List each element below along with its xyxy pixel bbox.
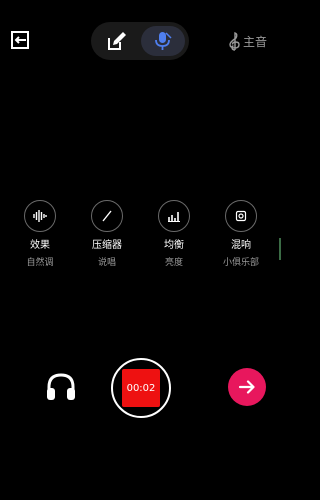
top-bar: 主音 <box>0 0 281 80</box>
effect-circle <box>158 200 190 232</box>
treble-clef-icon <box>229 32 240 51</box>
record-timer: 00:02 <box>126 382 156 394</box>
effect-circle <box>24 200 56 232</box>
equalizer-icon <box>168 212 180 222</box>
record-stop-square: 00:02 <box>122 369 160 407</box>
effects-row: 效果 自然调 压缩器 说唱 均衡 亮度 混响 小俱乐部 <box>0 200 281 280</box>
exit-button[interactable] <box>8 28 32 52</box>
effect-value: 小俱乐部 <box>222 258 259 268</box>
effect-circle <box>225 200 257 232</box>
key-label: 主音 <box>243 34 268 49</box>
headphone-icon <box>47 373 75 400</box>
effect-item-equalizer[interactable]: 均衡 亮度 <box>144 200 204 269</box>
effect-circle <box>91 200 123 232</box>
side-edge-marker <box>279 238 281 260</box>
edit-mode-button[interactable] <box>95 26 139 56</box>
effect-value: 亮度 <box>164 258 183 268</box>
waveform-icon <box>33 210 47 222</box>
reverb-icon <box>235 210 247 222</box>
effect-name: 均衡 <box>164 240 184 251</box>
effect-name: 压缩器 <box>92 240 122 251</box>
edit-icon <box>108 32 126 50</box>
effect-item-reverb[interactable]: 混响 小俱乐部 <box>211 200 271 269</box>
effect-name: 混响 <box>231 240 251 251</box>
arrow-right-icon <box>238 380 255 394</box>
mode-switch <box>91 22 189 60</box>
next-button[interactable] <box>228 368 266 406</box>
effect-item-effect[interactable]: 效果 自然调 <box>10 200 70 269</box>
effect-value: 自然调 <box>26 258 54 268</box>
microphone-icon <box>155 32 172 50</box>
voice-mode-button[interactable] <box>141 26 185 56</box>
headphone-button[interactable] <box>44 370 78 404</box>
slash-icon <box>102 210 112 222</box>
effect-value: 说唱 <box>97 258 116 268</box>
effect-name: 效果 <box>30 240 50 251</box>
record-button[interactable]: 00:02 <box>111 358 171 418</box>
key-button[interactable]: 主音 <box>227 30 267 52</box>
exit-icon <box>11 31 29 49</box>
effect-item-compressor[interactable]: 压缩器 说唱 <box>77 200 137 269</box>
